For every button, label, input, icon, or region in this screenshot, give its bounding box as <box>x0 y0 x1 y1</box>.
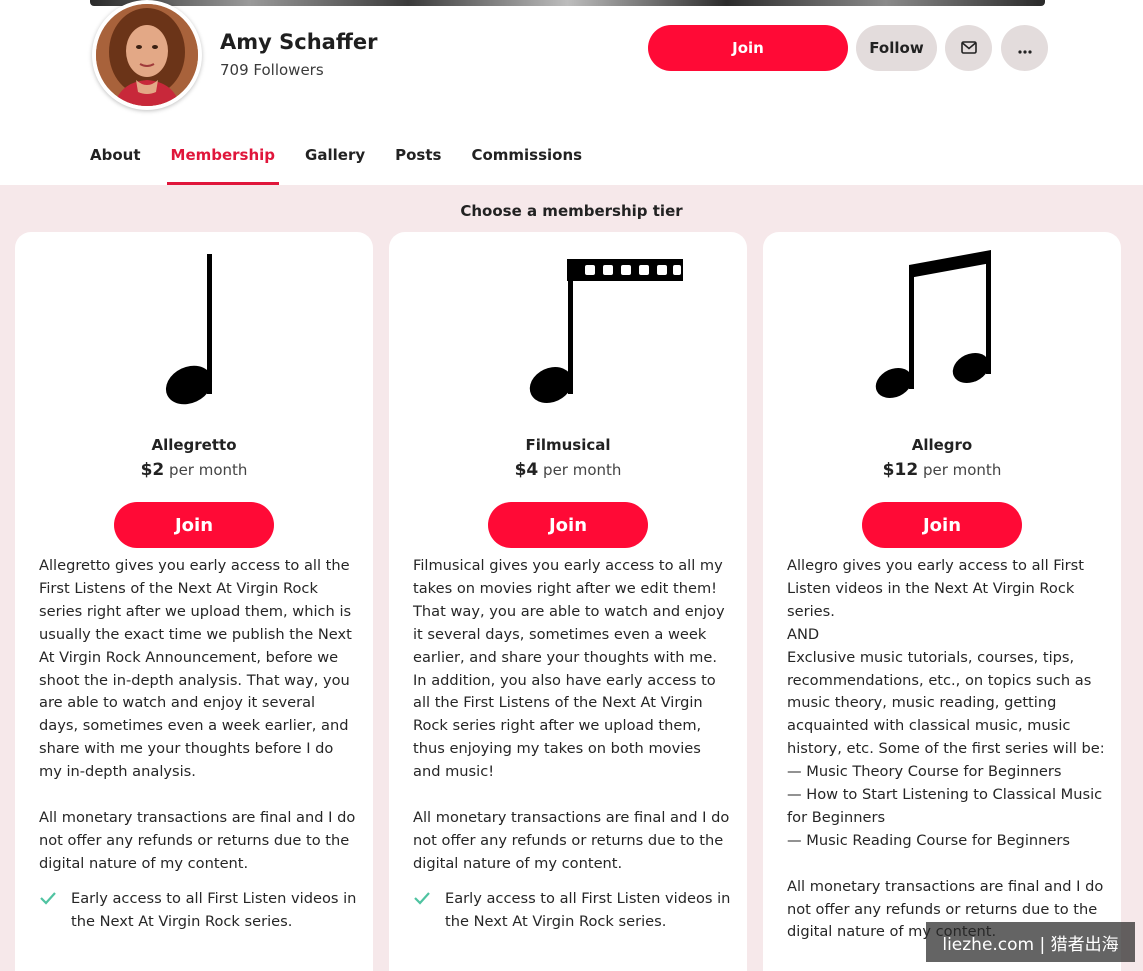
tier-name: Allegretto <box>151 436 237 454</box>
benefit-item: Early access to all First Listen videos … <box>413 888 731 934</box>
quarter-note-icon <box>15 247 373 407</box>
membership-heading: Choose a membership tier <box>460 202 683 220</box>
tab-gallery[interactable]: Gallery <box>305 130 365 185</box>
follow-button[interactable]: Follow <box>856 25 937 71</box>
tier-card-allegro: Allegro $12 per month Join Allegro gives… <box>763 232 1121 971</box>
film-strip-note-icon <box>389 247 747 407</box>
tab-about[interactable]: About <box>90 130 141 185</box>
tier-description: Filmusical gives you early access to all… <box>413 555 731 933</box>
tab-posts[interactable]: Posts <box>395 130 441 185</box>
tier-benefits: Early access to all First Listen videos … <box>39 888 357 934</box>
tier-join-button[interactable]: Join <box>488 502 648 548</box>
tab-membership[interactable]: Membership <box>166 130 279 185</box>
tier-description: Allegretto gives you early access to all… <box>39 555 357 933</box>
benefit-item: Early access to all First Listen videos … <box>39 888 357 934</box>
avatar[interactable] <box>92 0 202 110</box>
tier-join-button[interactable]: Join <box>114 502 274 548</box>
cover-image <box>90 0 1045 6</box>
tier-price: $4 per month <box>514 460 622 480</box>
watermark: liezhe.com | 猎者出海 <box>926 922 1135 962</box>
profile-header: Amy Schaffer 709 Followers Join Follow A… <box>0 0 1143 185</box>
membership-section: Choose a membership tier Allegretto $2 p… <box>0 185 1143 971</box>
more-icon <box>1017 39 1032 58</box>
tier-join-button[interactable]: Join <box>862 502 1022 548</box>
follower-count: 709 Followers <box>220 61 324 79</box>
more-options-button[interactable] <box>1001 25 1048 71</box>
message-button[interactable] <box>945 25 992 71</box>
tier-description: Allegro gives you early access to all Fi… <box>787 557 1105 941</box>
tier-card-allegretto: Allegretto $2 per month Join Allegretto … <box>15 232 373 971</box>
tier-price: $12 per month <box>882 460 1002 480</box>
profile-name: Amy Schaffer <box>220 30 378 54</box>
tier-benefits: Early access to all First Listen videos … <box>413 888 731 934</box>
check-icon <box>39 890 57 913</box>
check-icon <box>413 890 431 913</box>
beamed-eighth-notes-icon <box>763 247 1121 407</box>
tier-name: Allegro <box>911 436 973 454</box>
tier-card-filmusical: Filmusical $4 per month Join Filmusical … <box>389 232 747 971</box>
mail-icon <box>960 39 977 58</box>
tier-name: Filmusical <box>525 436 611 454</box>
join-button[interactable]: Join <box>648 25 848 71</box>
profile-tabs: About Membership Gallery Posts Commissio… <box>90 130 612 185</box>
tab-commissions[interactable]: Commissions <box>471 130 582 185</box>
tier-price: $2 per month <box>140 460 248 480</box>
